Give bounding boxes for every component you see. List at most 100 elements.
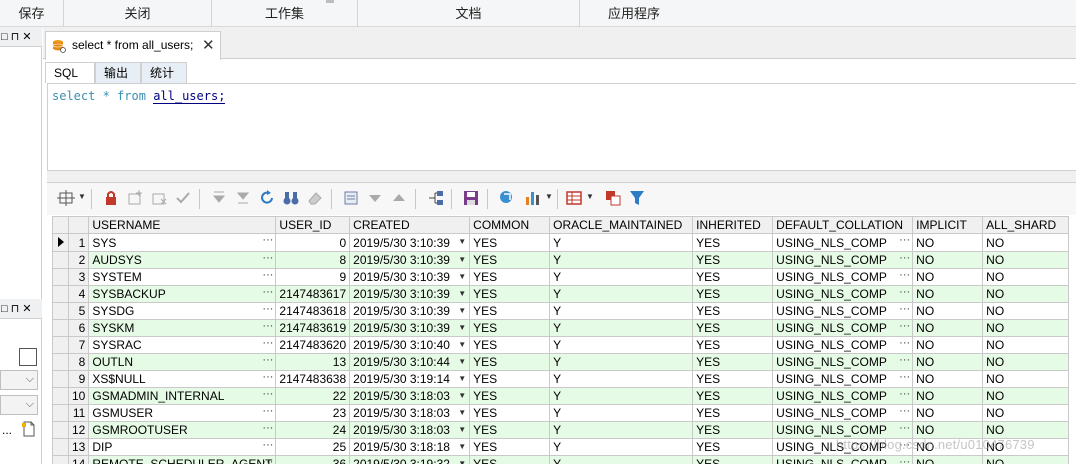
cell-ellipsis-button[interactable]: ··· [262, 287, 273, 301]
table-row[interactable]: 5 SYSDG ··· 2147483618 2019/5/30 3:10:39 ▼ YES… [52, 302, 1070, 320]
cell-implicit[interactable]: NO [912, 421, 984, 439]
column-header-implicit[interactable]: IMPLICIT [912, 216, 984, 234]
cell-created[interactable]: 2019/5/30 3:10:39 ▼ [349, 233, 471, 252]
cell-ellipsis-button[interactable]: ··· [899, 406, 910, 420]
column-header-username[interactable]: USERNAME [88, 216, 277, 234]
chevron-down-icon[interactable]: ▼ [458, 338, 466, 353]
binoculars-icon[interactable] [282, 189, 300, 207]
chevron-down-icon[interactable]: ▼ [545, 192, 553, 201]
chevron-down-icon[interactable]: ▼ [458, 235, 466, 251]
sql-code-line[interactable]: select * from all_users; [52, 89, 226, 104]
cell-inherited[interactable]: YES [692, 268, 774, 286]
dock-pin-glyphs-2[interactable]: □ ⊓ ✕ [1, 299, 32, 319]
row-indicator[interactable] [52, 336, 69, 354]
cell-implicit[interactable]: NO [912, 233, 984, 252]
cell-common[interactable]: YES [469, 387, 551, 405]
column-header-created[interactable]: CREATED [349, 216, 471, 234]
cell-oracle-maintained[interactable]: Y [549, 285, 694, 303]
cell-implicit[interactable]: NO [912, 336, 984, 354]
cell-oracle-maintained[interactable]: Y [549, 268, 694, 286]
cell-ellipsis-button[interactable]: ··· [899, 287, 910, 301]
cell-username[interactable]: OUTLN ··· [88, 353, 277, 371]
table-row[interactable]: 11 GSMUSER ··· 23 2019/5/30 3:18:03 ▼ YES Y YES U… [52, 404, 1070, 422]
cell-user-id[interactable]: 36 [275, 455, 351, 464]
row-indicator[interactable] [52, 302, 69, 320]
cell-username[interactable]: DIP ··· [88, 438, 277, 456]
row-indicator[interactable] [52, 404, 69, 422]
cell-all-shard[interactable]: NO [982, 268, 1070, 286]
cell-ellipsis-button[interactable]: ··· [262, 355, 273, 369]
cell-ellipsis-button[interactable]: ··· [899, 457, 910, 464]
dock-dropdown-2[interactable]: ⌵ [0, 395, 38, 415]
cell-ellipsis-button[interactable]: ··· [899, 304, 910, 318]
dock-pin-glyphs[interactable]: □ ⊓ ✕ [1, 27, 32, 47]
cell-inherited[interactable]: YES [692, 421, 774, 439]
cell-username[interactable]: XS$NULL ··· [88, 370, 277, 388]
row-indicator[interactable] [52, 438, 69, 456]
cell-oracle-maintained[interactable]: Y [549, 370, 694, 388]
cell-oracle-maintained[interactable]: Y [549, 455, 694, 464]
chevron-down-icon[interactable]: ▼ [458, 457, 466, 464]
column-header-all-shard[interactable]: ALL_SHARD [982, 216, 1070, 234]
cell-user-id[interactable]: 2147483638 [275, 370, 351, 388]
cell-oracle-maintained[interactable]: Y [549, 302, 694, 320]
cell-default-collation[interactable]: USING_NLS_COMP ··· [772, 353, 914, 371]
chevron-down-icon[interactable]: ▼ [458, 287, 466, 302]
cell-ellipsis-button[interactable]: ··· [262, 372, 273, 386]
cell-default-collation[interactable]: USING_NLS_COMP ··· [772, 404, 914, 422]
cell-ellipsis-button[interactable]: ··· [262, 406, 273, 420]
cell-user-id[interactable]: 2147483619 [275, 319, 351, 337]
cell-user-id[interactable]: 13 [275, 353, 351, 371]
cell-all-shard[interactable]: NO [982, 336, 1070, 354]
cell-common[interactable]: YES [469, 285, 551, 303]
cell-default-collation[interactable]: USING_NLS_COMP ··· [772, 455, 914, 464]
cell-inherited[interactable]: YES [692, 233, 774, 252]
cell-all-shard[interactable]: NO [982, 387, 1070, 405]
table-row[interactable]: 2 AUDSYS ··· 8 2019/5/30 3:10:39 ▼ YES Y YES USIN… [52, 251, 1070, 269]
cell-username[interactable]: SYSKM ··· [88, 319, 277, 337]
cell-username[interactable]: GSMUSER ··· [88, 404, 277, 422]
cell-implicit[interactable]: NO [912, 370, 984, 388]
cell-created[interactable]: 2019/5/30 3:18:03 ▼ [349, 387, 471, 405]
cell-user-id[interactable]: 9 [275, 268, 351, 286]
cell-username[interactable]: SYS ··· [88, 233, 277, 252]
cell-created[interactable]: 2019/5/30 3:10:39 ▼ [349, 319, 471, 337]
cell-inherited[interactable]: YES [692, 353, 774, 371]
cell-ellipsis-button[interactable]: ··· [262, 270, 273, 284]
cell-all-shard[interactable]: NO [982, 302, 1070, 320]
cell-ellipsis-button[interactable]: ··· [262, 321, 273, 335]
cell-ellipsis-button[interactable]: ··· [899, 423, 910, 437]
cell-user-id[interactable]: 24 [275, 421, 351, 439]
cell-created[interactable]: 2019/5/30 3:10:39 ▼ [349, 302, 471, 320]
cell-all-shard[interactable]: NO [982, 404, 1070, 422]
cell-default-collation[interactable]: USING_NLS_COMP ··· [772, 387, 914, 405]
cell-common[interactable]: YES [469, 251, 551, 269]
row-indicator[interactable] [52, 285, 69, 303]
cell-ellipsis-button[interactable]: ··· [262, 235, 273, 249]
cell-oracle-maintained[interactable]: Y [549, 233, 694, 252]
table-row[interactable]: 1 SYS ··· 0 2019/5/30 3:10:39 ▼ YES Y YES USING_N… [52, 233, 1070, 252]
grid-corner-rownum[interactable] [67, 216, 90, 234]
table-row[interactable]: 10 GSMADMIN_INTERNAL ··· 22 2019/5/30 3:18:0… [52, 387, 1070, 405]
row-indicator[interactable] [52, 387, 69, 405]
row-indicator[interactable] [52, 233, 69, 252]
cell-created[interactable]: 2019/5/30 3:10:40 ▼ [349, 336, 471, 354]
cell-oracle-maintained[interactable]: Y [549, 353, 694, 371]
cell-inherited[interactable]: YES [692, 370, 774, 388]
cell-username[interactable]: GSMADMIN_INTERNAL ··· [88, 387, 277, 405]
cell-inherited[interactable]: YES [692, 438, 774, 456]
cell-user-id[interactable]: 22 [275, 387, 351, 405]
cell-ellipsis-button[interactable]: ··· [262, 304, 273, 318]
cell-default-collation[interactable]: USING_NLS_COMP ··· [772, 319, 914, 337]
cell-ellipsis-button[interactable]: ··· [262, 253, 273, 267]
cell-user-id[interactable]: 23 [275, 404, 351, 422]
cell-default-collation[interactable]: USING_NLS_COMP ··· [772, 268, 914, 286]
table-row[interactable]: 4 SYSBACKUP ··· 2147483617 2019/5/30 3:10:39… [52, 285, 1070, 303]
single-record-icon[interactable] [342, 189, 360, 207]
cell-created[interactable]: 2019/5/30 3:10:39 ▼ [349, 251, 471, 269]
move-bottom-icon[interactable] [234, 189, 252, 207]
cell-common[interactable]: YES [469, 268, 551, 286]
grid-corner[interactable] [52, 216, 69, 234]
cell-all-shard[interactable]: NO [982, 251, 1070, 269]
cell-created[interactable]: 2019/5/30 3:18:03 ▼ [349, 421, 471, 439]
